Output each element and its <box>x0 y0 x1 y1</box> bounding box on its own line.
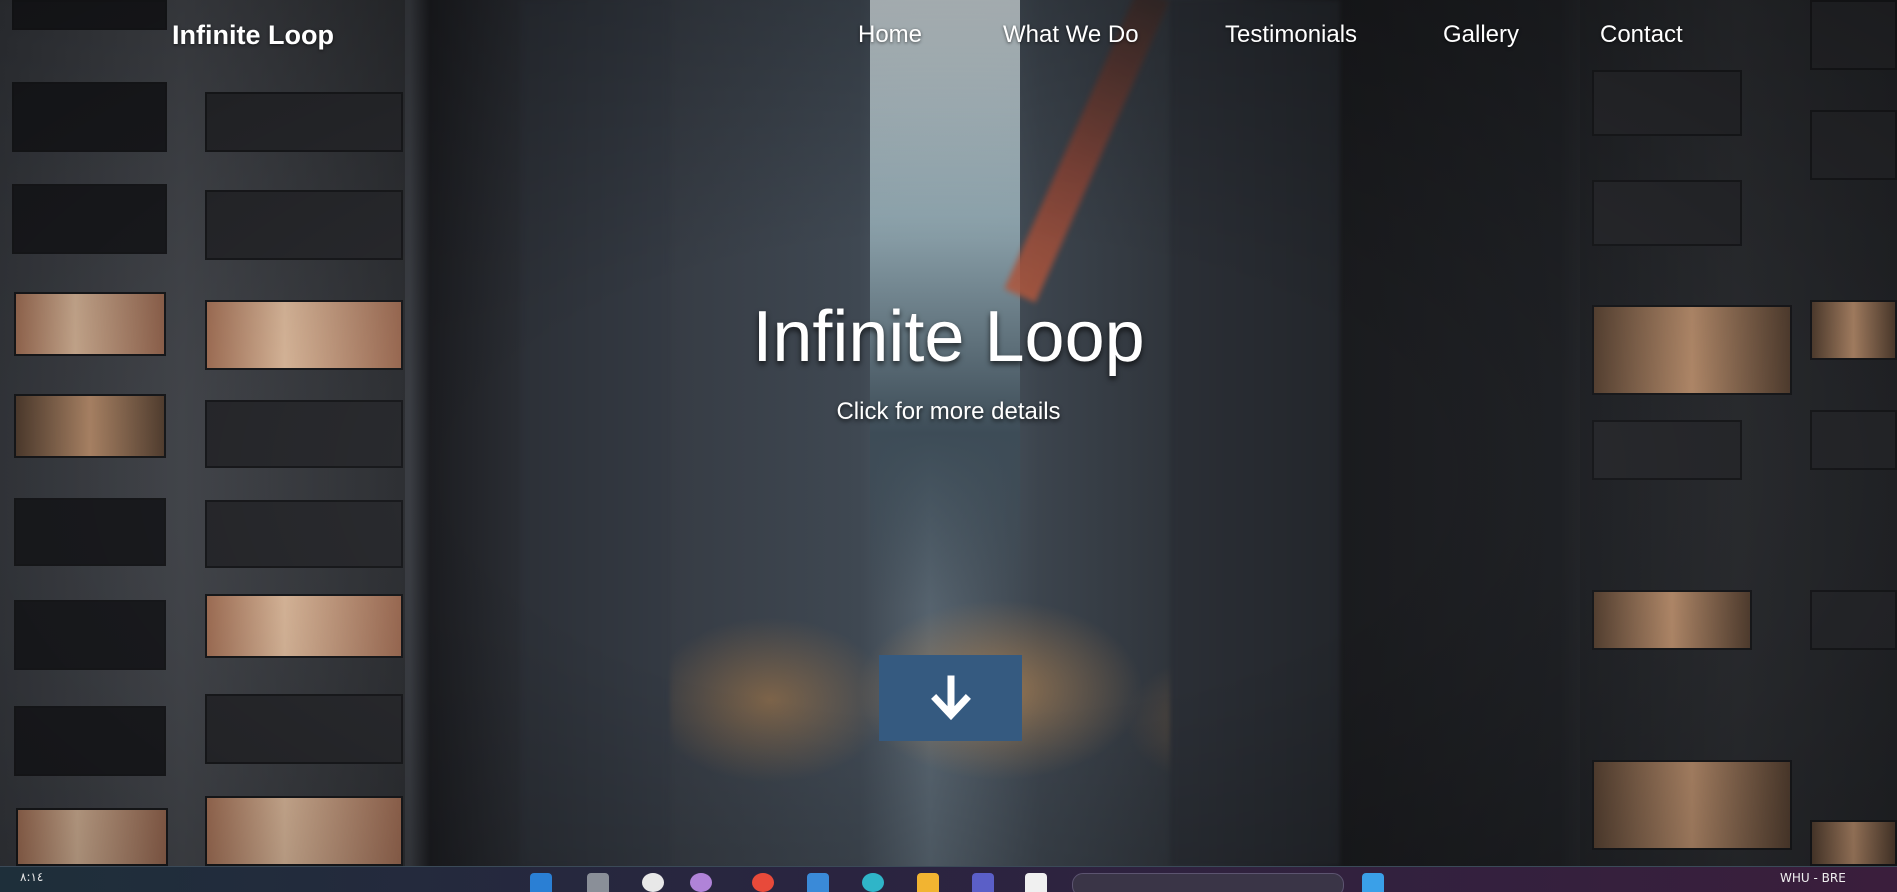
windows-icon[interactable] <box>1362 873 1384 892</box>
nav-link-home[interactable]: Home <box>858 21 922 49</box>
app-icon[interactable] <box>642 873 664 892</box>
taskbar-left-text: ٨:١٤ <box>20 870 44 884</box>
brand-logo[interactable]: Infinite Loop <box>172 20 334 51</box>
taskbar-right-text: WHU - BRE <box>1780 871 1846 885</box>
left-building <box>0 0 405 866</box>
edge-icon[interactable] <box>862 873 884 892</box>
nav-link-what-we-do[interactable]: What We Do <box>1003 21 1139 49</box>
hero-subtitle: Click for more details <box>836 398 1061 425</box>
chrome-icon[interactable] <box>752 873 774 892</box>
taskbar-search-box[interactable] <box>1072 873 1344 892</box>
nav-link-gallery[interactable]: Gallery <box>1443 21 1519 49</box>
mid-right-building <box>1170 0 1340 866</box>
nav-link-testimonials[interactable]: Testimonials <box>1225 21 1357 49</box>
cat-icon[interactable] <box>587 873 609 892</box>
hero-title: Infinite Loop <box>752 297 1145 377</box>
top-nav: Infinite Loop Home What We Do Testimonia… <box>0 0 1897 72</box>
taskbar: ٨:١٤ WHU - BRE <box>0 866 1897 892</box>
store-icon[interactable] <box>807 873 829 892</box>
mid-left-building <box>520 0 670 866</box>
folder-icon[interactable] <box>917 873 939 892</box>
scroll-down-button[interactable] <box>879 655 1022 741</box>
teams-icon[interactable] <box>972 873 994 892</box>
nav-link-contact[interactable]: Contact <box>1600 21 1683 49</box>
right-building <box>1580 0 1897 866</box>
app-icon[interactable] <box>690 873 712 892</box>
notepad-icon[interactable] <box>1025 873 1047 892</box>
arrow-down-icon <box>930 675 971 721</box>
vscode-icon[interactable] <box>530 873 552 892</box>
